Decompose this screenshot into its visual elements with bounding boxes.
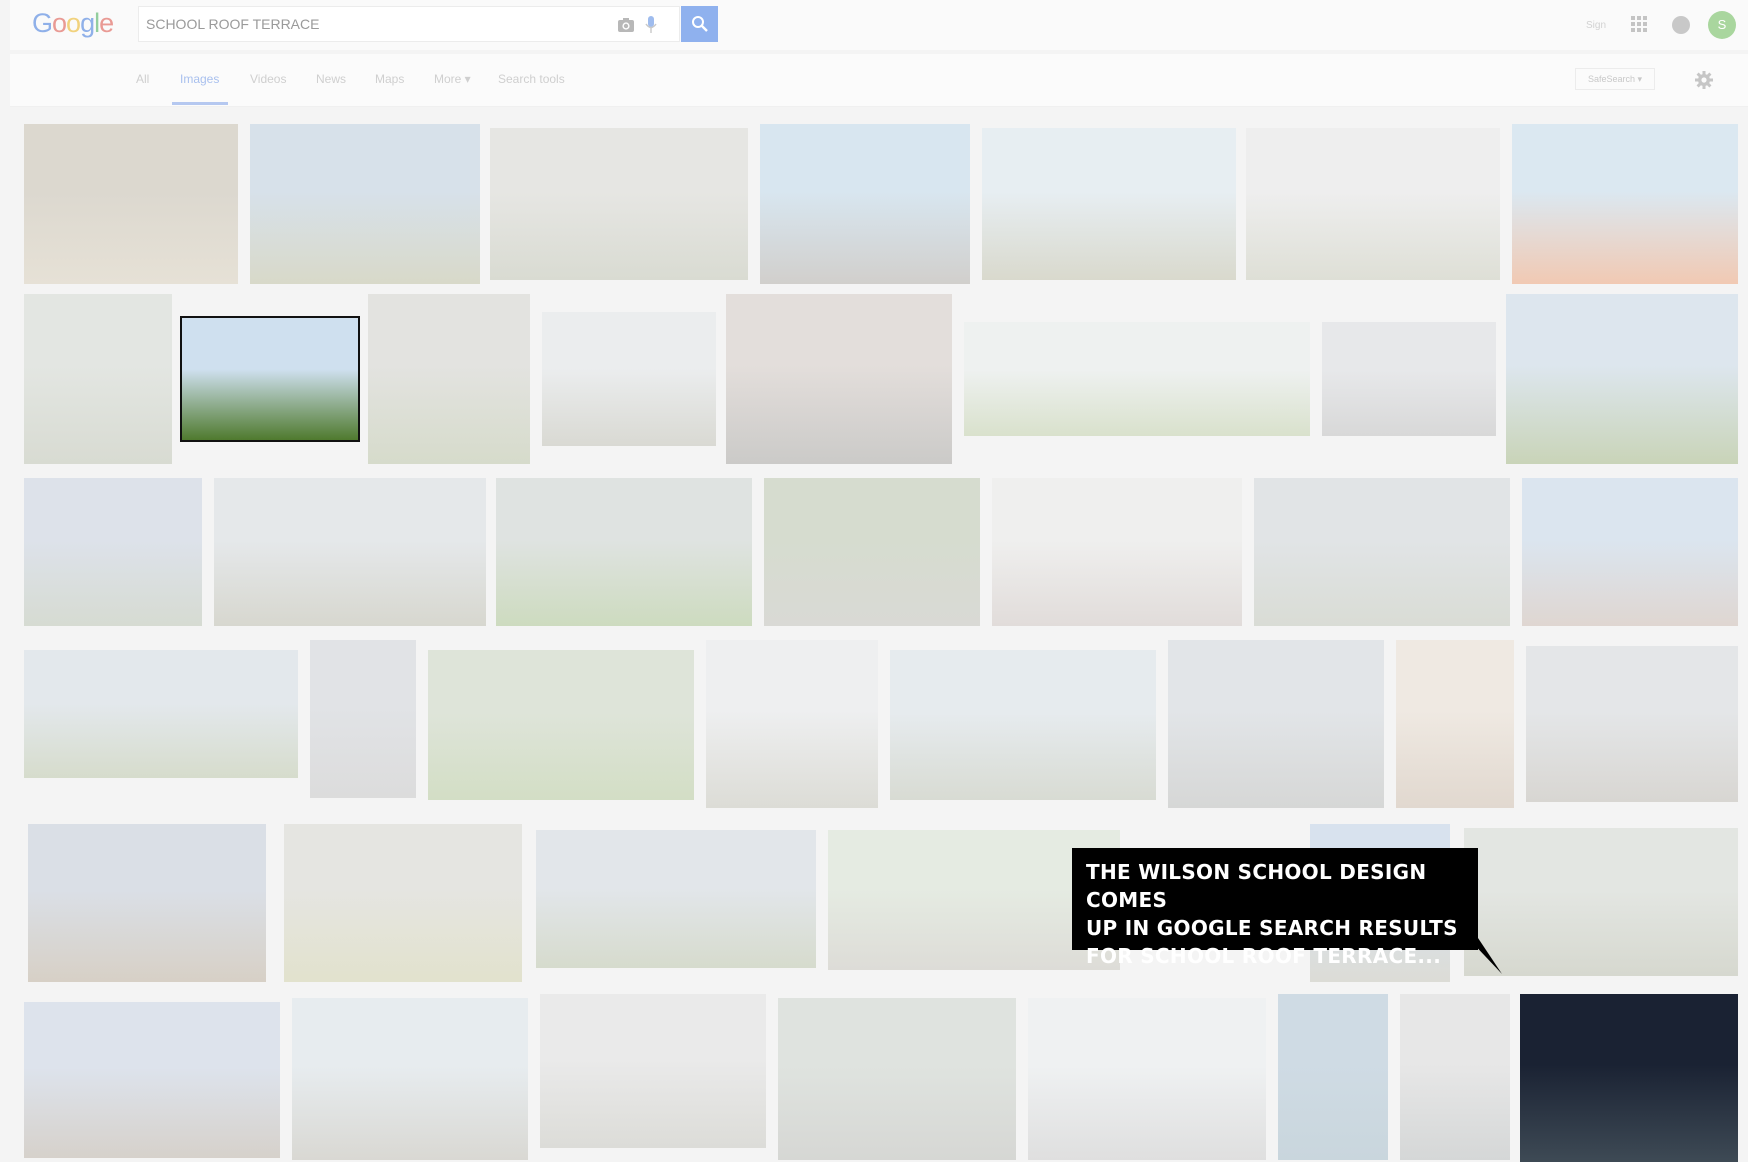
image-result[interactable]	[368, 294, 530, 464]
google-logo[interactable]: Google	[32, 8, 114, 39]
tab-news[interactable]: News	[316, 72, 346, 86]
image-result[interactable]	[1278, 994, 1388, 1160]
search-query-text[interactable]: SCHOOL ROOF TERRACE	[146, 16, 319, 32]
image-result[interactable]	[706, 640, 878, 808]
image-result[interactable]	[490, 128, 748, 280]
image-result[interactable]	[28, 824, 266, 982]
image-result[interactable]	[992, 478, 1242, 626]
image-result[interactable]	[24, 650, 298, 778]
image-result[interactable]	[24, 294, 172, 464]
search-tabs-bar: All Images Videos News Maps More ▾ Searc…	[10, 54, 1748, 107]
image-result[interactable]	[982, 128, 1236, 280]
image-result[interactable]	[1396, 640, 1514, 808]
callout-line: FOR SCHOOL ROOF TERRACE...	[1086, 944, 1442, 968]
image-result[interactable]	[540, 994, 766, 1148]
search-input[interactable]: SCHOOL ROOF TERRACE	[138, 6, 680, 42]
image-result[interactable]	[428, 650, 694, 800]
image-result[interactable]	[542, 312, 716, 446]
image-result[interactable]	[1522, 478, 1738, 626]
signin-link[interactable]: Sign	[1586, 20, 1606, 31]
tab-search-tools[interactable]: Search tools	[498, 72, 565, 86]
image-result[interactable]	[1464, 828, 1738, 976]
image-result[interactable]	[214, 478, 486, 626]
tab-more[interactable]: More ▾	[434, 72, 471, 86]
image-result[interactable]	[726, 294, 952, 464]
image-result[interactable]	[24, 1002, 280, 1158]
safesearch-dropdown[interactable]: SafeSearch ▾	[1575, 68, 1655, 90]
image-result[interactable]	[1168, 640, 1384, 808]
tab-images[interactable]: Images	[180, 72, 219, 86]
callout-box: THE WILSON SCHOOL DESIGN COMES UP IN GOO…	[1072, 848, 1478, 968]
microphone-icon[interactable]	[645, 15, 657, 35]
image-result[interactable]	[310, 640, 416, 798]
image-result[interactable]	[536, 830, 816, 968]
image-result[interactable]	[1400, 994, 1510, 1160]
notifications-icon[interactable]	[1672, 16, 1690, 34]
callout-line: UP IN GOOGLE SEARCH RESULTS	[1086, 916, 1458, 940]
image-result[interactable]	[1246, 128, 1500, 280]
image-result[interactable]	[890, 650, 1156, 800]
image-result[interactable]	[1254, 478, 1510, 626]
top-bar: Google SCHOOL ROOF TERRACE Sign S	[10, 0, 1748, 50]
tab-maps[interactable]: Maps	[375, 72, 404, 86]
image-result[interactable]	[292, 998, 528, 1160]
tab-all[interactable]: All	[136, 72, 149, 86]
image-result[interactable]	[24, 478, 202, 626]
image-result[interactable]	[1526, 646, 1738, 802]
search-button[interactable]	[681, 6, 718, 42]
image-result-highlighted[interactable]	[180, 316, 360, 442]
image-result[interactable]	[964, 322, 1310, 436]
image-result[interactable]	[1520, 994, 1738, 1162]
image-result[interactable]	[760, 124, 970, 284]
image-result[interactable]	[778, 998, 1016, 1160]
image-result[interactable]	[1506, 294, 1738, 464]
image-result[interactable]	[496, 478, 752, 626]
search-icon	[691, 16, 708, 32]
image-result[interactable]	[24, 124, 238, 284]
avatar[interactable]: S	[1708, 11, 1736, 39]
callout-line: THE WILSON SCHOOL DESIGN COMES	[1086, 860, 1427, 912]
gear-icon[interactable]	[1694, 70, 1714, 90]
image-result[interactable]	[764, 478, 980, 626]
active-tab-indicator	[172, 102, 228, 105]
camera-icon[interactable]	[617, 16, 635, 34]
image-result[interactable]	[1322, 322, 1496, 436]
apps-grid-icon[interactable]	[1631, 16, 1647, 32]
image-result[interactable]	[284, 824, 522, 982]
callout-pointer	[1468, 938, 1502, 974]
image-result[interactable]	[1512, 124, 1738, 284]
image-result[interactable]	[250, 124, 480, 284]
image-result[interactable]	[1028, 998, 1266, 1160]
tab-videos[interactable]: Videos	[250, 72, 286, 86]
